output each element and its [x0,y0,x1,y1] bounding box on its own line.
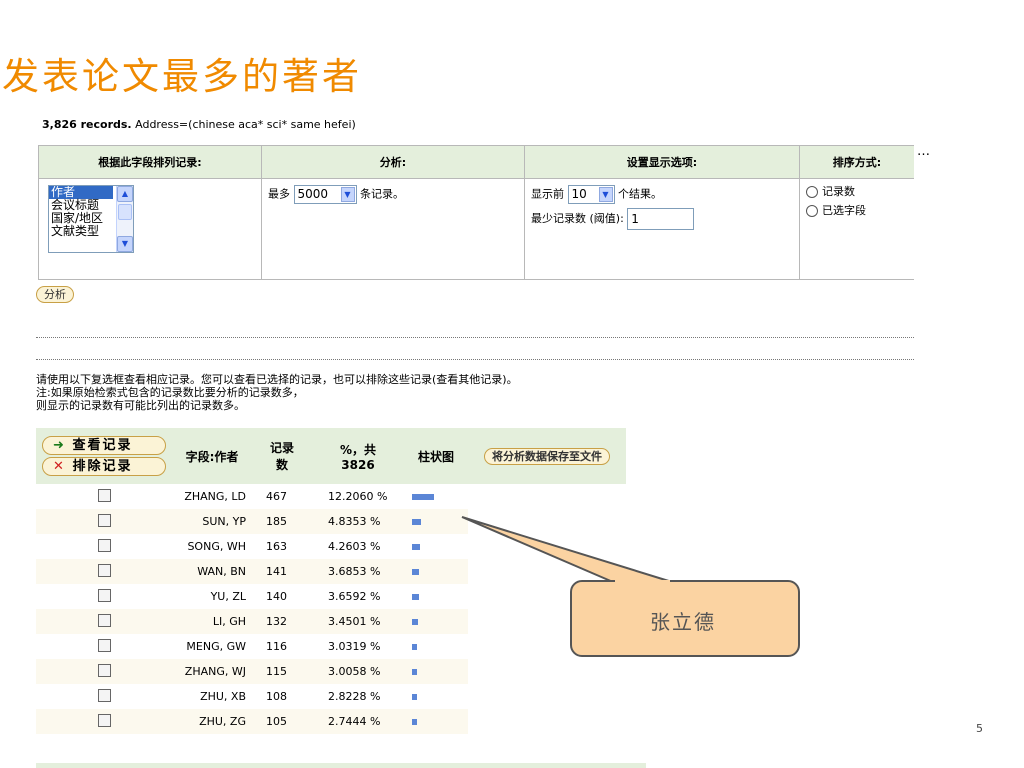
callout-text: 张立德 [650,610,716,634]
page-number: 5 [976,722,983,735]
callout-tail-cover [615,580,670,584]
